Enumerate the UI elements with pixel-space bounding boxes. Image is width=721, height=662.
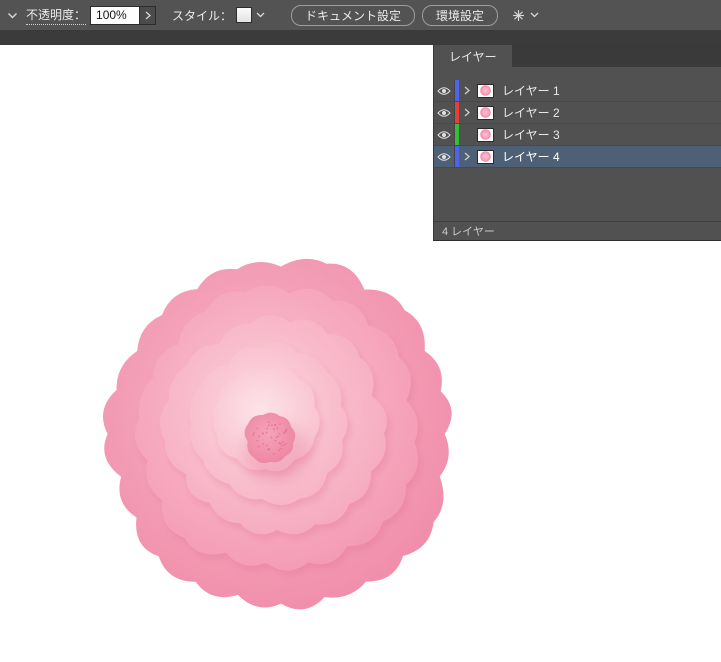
expand-chevron-icon[interactable] bbox=[459, 86, 474, 95]
collapse-chevron-down-icon[interactable] bbox=[7, 12, 18, 19]
style-swatch[interactable] bbox=[236, 7, 253, 23]
layer-name[interactable]: レイヤー 1 bbox=[502, 82, 560, 99]
visibility-eye-icon[interactable] bbox=[434, 146, 455, 167]
layer-count-status: 4 レイヤー bbox=[442, 226, 495, 238]
layer-name[interactable]: レイヤー 4 bbox=[502, 148, 560, 165]
layer-thumbnail[interactable] bbox=[477, 127, 494, 142]
toolbar-more-chevron-icon[interactable] bbox=[530, 12, 539, 18]
visibility-eye-icon[interactable] bbox=[434, 124, 455, 145]
layer-color-bar bbox=[455, 124, 459, 145]
tab-layers[interactable]: レイヤー bbox=[434, 45, 512, 67]
opacity-dropdown-button[interactable] bbox=[140, 5, 157, 25]
visibility-eye-icon[interactable] bbox=[434, 102, 455, 123]
style-dropdown-chevron-icon[interactable] bbox=[256, 12, 265, 18]
layer-name[interactable]: レイヤー 2 bbox=[502, 104, 560, 121]
opacity-label[interactable]: 不透明度： bbox=[26, 6, 87, 25]
layer-thumbnail[interactable] bbox=[477, 105, 494, 120]
panel-tab-bar: レイヤー bbox=[434, 45, 721, 67]
reference-point-icon[interactable] bbox=[511, 9, 526, 22]
layer-row[interactable]: レイヤー 3 bbox=[434, 124, 721, 146]
layer-row[interactable]: レイヤー 2 bbox=[434, 102, 721, 124]
options-bar: 不透明度： スタイル： ドキュメント設定 環境設定 bbox=[0, 0, 721, 30]
layers-panel-footer: 4 レイヤー bbox=[434, 221, 721, 240]
visibility-eye-icon[interactable] bbox=[434, 80, 455, 101]
document-settings-button[interactable]: ドキュメント設定 bbox=[291, 4, 416, 26]
layer-thumbnail[interactable] bbox=[477, 149, 494, 164]
expand-chevron-icon[interactable] bbox=[459, 152, 474, 161]
layer-row[interactable]: レイヤー 1 bbox=[434, 80, 721, 102]
style-label: スタイル： bbox=[172, 8, 233, 23]
opacity-input[interactable] bbox=[90, 5, 141, 25]
preferences-button[interactable]: 環境設定 bbox=[422, 4, 499, 26]
layer-list: レイヤー 1 レイヤー 2 レイヤー 3 レイヤー 4 bbox=[434, 80, 721, 168]
layer-thumbnail[interactable] bbox=[477, 83, 494, 98]
layer-row[interactable]: レイヤー 4 bbox=[434, 146, 721, 168]
layer-name[interactable]: レイヤー 3 bbox=[502, 126, 560, 143]
frame-strip bbox=[0, 30, 721, 45]
layers-panel: レイヤー レイヤー 1 レイヤー 2 レイヤー 3 レイヤー 4 4 レイヤー bbox=[433, 45, 721, 241]
expand-chevron-icon[interactable] bbox=[459, 108, 474, 117]
